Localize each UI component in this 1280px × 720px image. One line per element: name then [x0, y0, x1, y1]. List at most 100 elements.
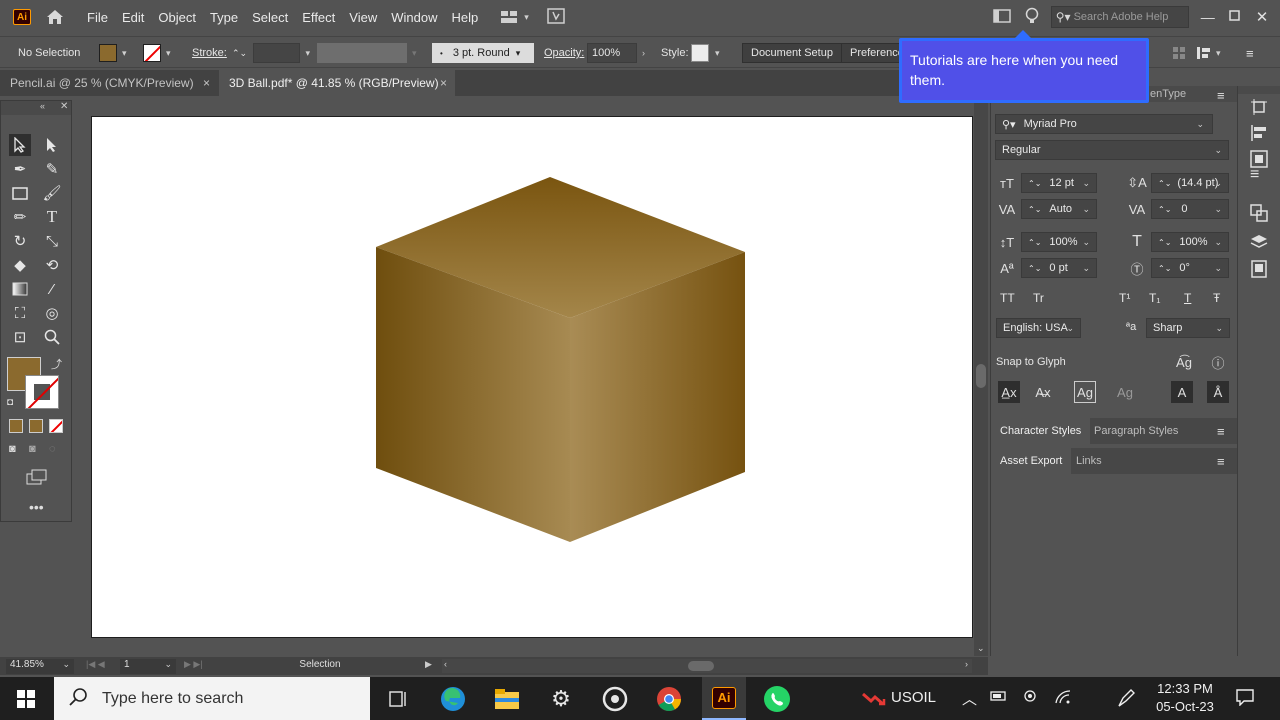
stroke-label[interactable]: Stroke: [192, 43, 227, 63]
angular-guides-icon[interactable]: A [1171, 381, 1193, 403]
stock-trend-icon[interactable] [858, 683, 890, 715]
tab-pencil[interactable]: Pencil.ai @ 25 % (CMYK/Preview) × [0, 70, 218, 96]
baseline-snap-icon[interactable]: A̲x [998, 381, 1020, 403]
subscript-button[interactable]: T₁ [1149, 291, 1160, 305]
baseline-shift-input[interactable]: ⌃⌄ 0 pt ⌄ [1021, 258, 1097, 278]
paintbrush-tool-icon[interactable]: 🖌 [41, 182, 63, 204]
menu-select[interactable]: Select [245, 10, 295, 25]
panel-menu-icon[interactable]: ≡ [1217, 424, 1225, 439]
tab-3d-ball[interactable]: 3D Ball.pdf* @ 41.85 % (RGB/Preview) × [219, 70, 455, 96]
glyph-options-icon[interactable]: A͡g [1174, 352, 1194, 372]
clock[interactable]: 12:33 PM 05-Oct-23 [1150, 681, 1220, 714]
menu-edit[interactable]: Edit [115, 10, 151, 25]
tab-links[interactable]: Links [1067, 448, 1111, 474]
artboard-number-select[interactable]: 1 ⌄ [120, 659, 176, 674]
next-artboard-icon[interactable]: ▶ ▶| [184, 659, 203, 670]
close-tab-icon[interactable]: × [203, 76, 210, 90]
menu-file[interactable]: File [80, 10, 115, 25]
home-icon[interactable] [45, 8, 67, 26]
swap-fill-stroke-icon[interactable]: ⤴ [51, 356, 62, 372]
menu-window[interactable]: Window [384, 10, 444, 25]
anti-aliasing-select[interactable]: Sharp ⌄ [1146, 318, 1230, 338]
rotate-tool-icon[interactable]: ↻ [9, 230, 31, 252]
stroke-swatch[interactable] [25, 375, 59, 409]
type-tool-icon[interactable]: T [41, 206, 63, 228]
transform-panel-icon[interactable] [1250, 204, 1268, 225]
artboard-tool-icon[interactable]: ⊡ [9, 326, 31, 348]
tutorials-tooltip[interactable]: Tutorials are here when you need them. [899, 38, 1149, 103]
document-setup-button[interactable]: Document Setup [742, 43, 842, 63]
none-mode-icon[interactable] [49, 419, 63, 433]
font-size-input[interactable]: ⌃⌄ 12 pt ⌄ [1021, 173, 1097, 193]
gradient-tool-icon[interactable] [9, 278, 31, 300]
battery-icon[interactable] [990, 689, 1008, 706]
illustrator-taskbar-icon[interactable]: Ai [702, 677, 746, 720]
shape-builder-tool-icon[interactable]: ⛶ [9, 302, 31, 324]
menu-effect[interactable]: Effect [295, 10, 342, 25]
color-mode-icon[interactable] [9, 419, 23, 433]
proximity-guides-icon[interactable]: Ag [1114, 381, 1136, 403]
workspace-icon[interactable] [993, 8, 1011, 26]
tab-opentype[interactable]: enType [1141, 81, 1195, 107]
draw-normal-icon[interactable]: ◙ [9, 443, 16, 455]
rectangle-tool-icon[interactable] [9, 182, 31, 204]
direct-selection-tool-icon[interactable] [41, 134, 63, 156]
panel-menu-icon[interactable]: ≡ [1217, 88, 1225, 103]
scale-tool-icon[interactable]: ⤡ [41, 230, 63, 252]
lightbulb-icon[interactable] [1025, 7, 1039, 28]
zoom-tool-icon[interactable] [41, 326, 63, 348]
chrome-browser-icon[interactable] [653, 683, 685, 715]
whatsapp-icon[interactable] [761, 683, 793, 715]
notifications-icon[interactable] [1236, 688, 1254, 709]
align-icon[interactable] [1172, 43, 1186, 63]
close-panel-icon[interactable]: ✕ [60, 101, 68, 112]
screen-mode-icon[interactable] [26, 469, 48, 488]
properties-panel-icon[interactable]: ≡ [1250, 166, 1259, 184]
anchor-point-icon[interactable]: Å [1207, 381, 1229, 403]
blend-tool-icon[interactable]: ◎ [41, 302, 63, 324]
leading-input[interactable]: ⌃⌄ (14.4 pt) ⌄ [1151, 173, 1229, 193]
opacity-label[interactable]: Opacity: [544, 43, 584, 63]
pen-tool-icon[interactable]: ✒ [9, 158, 31, 180]
brush-definition[interactable]: • 3 pt. Round ▾ [432, 43, 534, 63]
zoom-level-select[interactable]: 41.85% ⌄ [6, 659, 74, 674]
show-hidden-icons[interactable]: ︿ [962, 688, 977, 709]
minimize-button[interactable]: — [1201, 9, 1215, 25]
free-transform-tool-icon[interactable]: ⟲ [41, 254, 63, 276]
curvature-tool-icon[interactable]: ✎ [41, 158, 63, 180]
asset-panel-icon[interactable] [1250, 260, 1268, 281]
horizontal-scale-input[interactable]: ⌃⌄ 100% ⌄ [1151, 232, 1229, 252]
gradient-mode-icon[interactable] [29, 419, 43, 433]
all-caps-button[interactable]: TT [1000, 291, 1015, 305]
arrange-panels-icon[interactable]: ▾ [1196, 43, 1221, 63]
layers-panel-icon[interactable] [1250, 233, 1268, 254]
language-select[interactable]: English: USA ⌄ [996, 318, 1081, 338]
close-window-button[interactable]: ✕ [1256, 8, 1269, 26]
opacity-input[interactable]: 100% [587, 43, 637, 63]
superscript-button[interactable]: T¹ [1119, 291, 1130, 305]
restore-button[interactable] [1229, 10, 1240, 24]
menu-type[interactable]: Type [203, 10, 245, 25]
glyph-bounds-snap-icon[interactable]: Ag [1074, 381, 1096, 403]
settings-gear-icon[interactable]: ⚙ [545, 683, 577, 715]
tracking-input[interactable]: ⌃⌄ 0 ⌄ [1151, 199, 1229, 219]
media-player-icon[interactable] [599, 683, 631, 715]
cube-artwork[interactable] [92, 117, 974, 639]
status-menu-icon[interactable]: ▶ [425, 659, 432, 670]
menu-object[interactable]: Object [151, 10, 203, 25]
variable-width-profile[interactable]: ▾ [317, 43, 425, 63]
pencil-tool-icon[interactable]: ✏ [9, 206, 31, 228]
help-search-input[interactable]: ⚲▾ Search Adobe Help [1050, 6, 1189, 28]
font-family-field[interactable]: ⚲▾ Myriad Pro ⌄ [995, 114, 1213, 134]
edge-browser-icon[interactable] [437, 683, 469, 715]
panel-menu-icon[interactable]: ≡ [1217, 454, 1225, 469]
kerning-input[interactable]: ⌃⌄ Auto ⌄ [1021, 199, 1097, 219]
eyedropper-tool-icon[interactable]: ⁄ [41, 278, 63, 300]
graphic-style-picker[interactable]: ▾ [691, 43, 727, 63]
file-explorer-icon[interactable] [491, 683, 523, 715]
pen-icon[interactable] [1116, 687, 1136, 712]
draw-inside-icon[interactable]: ◌ [49, 443, 56, 455]
small-caps-button[interactable]: Tr [1033, 291, 1044, 305]
weather-widget-label[interactable]: USOIL [891, 689, 936, 706]
opacity-expand-icon[interactable]: › [642, 43, 645, 63]
